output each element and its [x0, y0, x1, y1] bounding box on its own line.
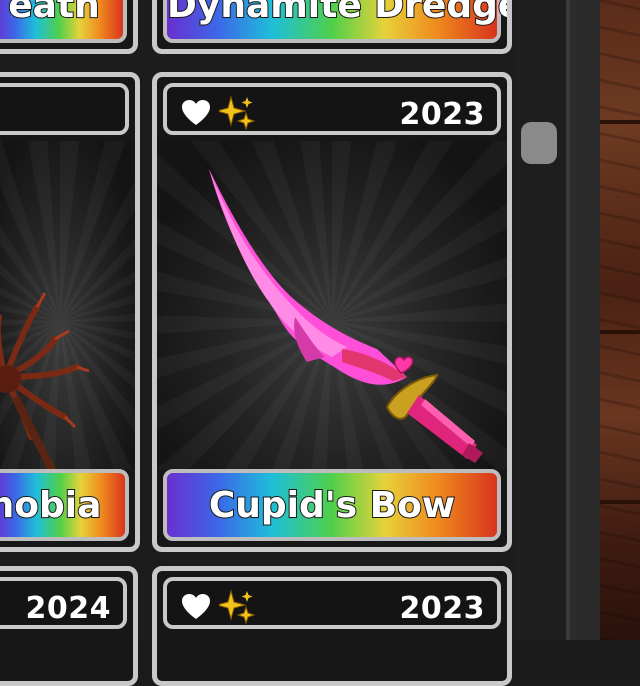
item-card-left[interactable]: hobia [0, 72, 140, 552]
item-card-bottom-middle[interactable]: 2023 [152, 566, 512, 686]
item-name-bar: Dynamite Dredger [163, 0, 512, 43]
item-card-top-left[interactable]: eath [0, 0, 138, 54]
item-name-bar: eath [0, 0, 127, 43]
item-name-bar: Cupid's Bow [163, 469, 501, 541]
sparkle-icon [219, 589, 255, 625]
wood-plank-seam [600, 330, 640, 334]
item-name: hobia [0, 484, 102, 527]
item-name-bar: hobia [0, 469, 129, 541]
scrollbar-thumb[interactable] [521, 122, 557, 164]
item-year: 2024 [25, 591, 111, 626]
item-top-bar: 2023 [163, 577, 501, 629]
item-card-top-middle[interactable]: Dynamite Dredger [152, 0, 512, 54]
item-name: Cupid's Bow [208, 484, 456, 527]
heart-icon[interactable] [181, 593, 211, 621]
item-name: eath [7, 0, 101, 27]
item-top-bar: 2024 [0, 577, 127, 629]
scrollbar-track[interactable] [514, 0, 566, 640]
item-year: 2023 [399, 591, 485, 626]
wood-floor-background [600, 0, 640, 640]
item-name: Dynamite Dredger [166, 0, 512, 27]
wood-plank-seam [600, 120, 640, 124]
item-card-bottom-left[interactable]: 2024 [0, 566, 138, 686]
wood-plank-seam [600, 500, 640, 504]
item-card-cupids-bow[interactable]: 2023 Cupid's Bow [152, 72, 512, 552]
panel-edge [566, 0, 600, 640]
